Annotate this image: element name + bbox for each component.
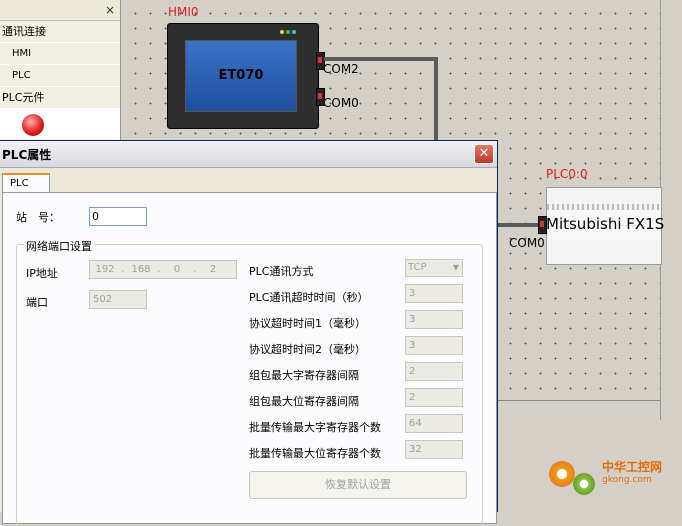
ip-address-field[interactable]: 192. 168. 0. 2 (89, 260, 237, 279)
plc-properties-dialog: PLC属性 ✕ PLC 站 号： 0 网络端口设置 IP地址 192. 168. 0… (0, 140, 498, 526)
close-icon[interactable]: ✕ (474, 144, 494, 164)
port-field[interactable]: 502 (89, 290, 147, 309)
max-word-gap-label: 组包最大字寄存器间隔 (249, 369, 359, 382)
alarm-lamp-icon[interactable] (22, 114, 44, 136)
gear-icon (549, 461, 575, 487)
right-scroll-strip (660, 0, 682, 420)
tree-item-plc-components[interactable]: PLC元件 (0, 87, 120, 109)
connection-wire[interactable] (434, 57, 438, 140)
max-bit-gap-field[interactable]: 2 (405, 388, 463, 407)
ip-segment: 2 (209, 264, 217, 275)
port-label: 端口 (26, 296, 48, 309)
station-number-input[interactable]: 0 (89, 207, 147, 226)
toolbox-panel: × 通讯连接 HMI PLC PLC元件 (0, 0, 121, 140)
toolbox-close-icon[interactable]: × (105, 3, 115, 17)
batch-max-word-field[interactable]: 64 (405, 414, 463, 433)
plc-device-label: PLC0:0 (546, 167, 588, 181)
max-bit-gap-label: 组包最大位寄存器间隔 (249, 395, 359, 408)
hmi-port-com0-label: COM0 (323, 96, 359, 110)
status-led-icon (292, 30, 296, 34)
protocol-timeout1-field[interactable]: 3 (405, 310, 463, 329)
tree-item-plc[interactable]: PLC (0, 65, 120, 87)
batch-max-bit-field[interactable]: 32 (405, 440, 463, 459)
protocol-timeout2-field[interactable]: 3 (405, 336, 463, 355)
plc-port-com0-icon[interactable] (538, 216, 547, 234)
tab-plc[interactable]: PLC (2, 173, 50, 192)
protocol-timeout1-label: 协议超时时间1（毫秒） (249, 317, 366, 330)
dialog-titlebar[interactable]: PLC属性 ✕ (0, 141, 497, 168)
comm-mode-label: PLC通讯方式 (249, 265, 314, 278)
comm-mode-value: TCP (408, 262, 427, 273)
hmi-device-label: HMI0 (168, 5, 199, 19)
toolbox-titlebar: × (0, 0, 120, 21)
network-port-group-title: 网络端口设置 (24, 238, 94, 254)
restore-defaults-button[interactable]: 恢复默认设置 (249, 471, 467, 499)
status-led-icon (280, 30, 284, 34)
batch-max-word-label: 批量传输最大字寄存器个数 (249, 421, 381, 434)
comm-timeout-field[interactable]: 3 (405, 284, 463, 303)
tree-item-comm-connection[interactable]: 通讯连接 (0, 21, 120, 43)
max-word-gap-field[interactable]: 2 (405, 362, 463, 381)
ip-segment: 0 (173, 264, 181, 275)
plc-port-com0-label: COM0 (509, 236, 545, 250)
hmi-device[interactable]: ET070 (167, 23, 319, 129)
comm-timeout-label: PLC通讯超时时间（秒） (249, 291, 369, 304)
watermark-logo: 中华工控网 gkong.com (547, 455, 677, 500)
batch-max-bit-label: 批量传输最大位寄存器个数 (249, 447, 381, 460)
station-number-label: 站 号： (16, 211, 60, 224)
tree-item-hmi[interactable]: HMI (0, 43, 120, 65)
connection-wire[interactable] (324, 57, 438, 61)
ip-segment: 168 (131, 264, 151, 275)
watermark-line2: gkong.com (602, 475, 652, 485)
watermark-line1: 中华工控网 (602, 460, 663, 474)
hmi-screen-model: ET070 (185, 40, 297, 112)
ip-segment: 192 (95, 264, 115, 275)
dropdown-arrow-icon: ▼ (452, 263, 459, 272)
status-led-icon (286, 30, 290, 34)
hmi-port-com2-label: COM2 (323, 62, 359, 76)
comm-mode-select[interactable]: TCP ▼ (405, 259, 463, 277)
protocol-timeout2-label: 协议超时时间2（毫秒） (249, 343, 366, 356)
dialog-title: PLC属性 (2, 148, 52, 162)
ip-address-label: IP地址 (26, 267, 58, 280)
gear-icon (573, 473, 595, 495)
plc-model-name: Mitsubishi FX1S (546, 215, 665, 233)
